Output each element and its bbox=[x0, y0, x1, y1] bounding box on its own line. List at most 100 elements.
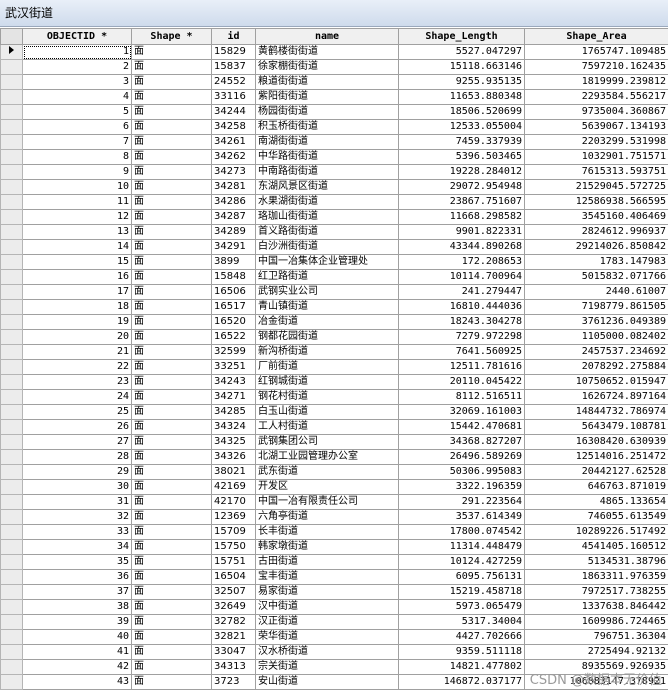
cell-id[interactable]: 3899 bbox=[211, 254, 256, 270]
cell-shape[interactable]: 面 bbox=[131, 89, 212, 105]
table-row[interactable]: 13 面 34289 首义路街街道 9901.822331 2824612.996937 bbox=[0, 224, 668, 240]
cell-objectid[interactable]: 21 bbox=[22, 344, 132, 360]
row-selector[interactable] bbox=[0, 584, 23, 600]
cell-id[interactable]: 42169 bbox=[211, 479, 256, 495]
cell-objectid[interactable]: 13 bbox=[22, 224, 132, 240]
cell-shape-length[interactable]: 3322.196359 bbox=[398, 479, 525, 495]
cell-shape[interactable]: 面 bbox=[131, 629, 212, 645]
cell-shape-length[interactable]: 5317.34004 bbox=[398, 614, 525, 630]
cell-name[interactable]: 青山镇街道 bbox=[255, 299, 399, 315]
cell-name[interactable]: 中南路街街道 bbox=[255, 164, 399, 180]
table-row[interactable]: 12 面 34287 珞珈山街街道 11668.298582 3545160.406469 bbox=[0, 209, 668, 225]
cell-shape-area[interactable]: 3545160.406469 bbox=[524, 209, 668, 225]
cell-name[interactable]: 汉正街道 bbox=[255, 614, 399, 630]
table-row[interactable]: 29 面 38021 武东街道 50306.995083 20442127.62528 bbox=[0, 464, 668, 480]
row-selector[interactable] bbox=[0, 89, 23, 105]
cell-shape[interactable]: 面 bbox=[131, 254, 212, 270]
cell-id[interactable]: 16522 bbox=[211, 329, 256, 345]
cell-shape-area[interactable]: 29214026.850842 bbox=[524, 239, 668, 255]
row-selector[interactable] bbox=[0, 209, 23, 225]
cell-shape-length[interactable]: 5527.047297 bbox=[398, 44, 525, 60]
cell-shape-length[interactable]: 6095.756131 bbox=[398, 569, 525, 585]
cell-shape-length[interactable]: 8112.516511 bbox=[398, 389, 525, 405]
cell-id[interactable]: 32821 bbox=[211, 629, 256, 645]
cell-shape[interactable]: 面 bbox=[131, 74, 212, 90]
row-selector[interactable] bbox=[0, 464, 23, 480]
cell-shape-length[interactable]: 12511.781616 bbox=[398, 359, 525, 375]
cell-objectid[interactable]: 22 bbox=[22, 359, 132, 375]
cell-name[interactable]: 易家街道 bbox=[255, 584, 399, 600]
cell-name[interactable]: 宗关街道 bbox=[255, 659, 399, 675]
table-row[interactable]: 32 面 12369 六角亭街道 3537.614349 746055.613549 bbox=[0, 509, 668, 525]
cell-name[interactable]: 红卫路街道 bbox=[255, 269, 399, 285]
table-row[interactable]: 20 面 16522 钢都花园街道 7279.972298 1105000.082402 bbox=[0, 329, 668, 345]
table-row[interactable]: 19 面 16520 冶金街道 18243.304278 3761236.049389 bbox=[0, 314, 668, 330]
cell-objectid[interactable]: 1 bbox=[22, 44, 132, 60]
cell-id[interactable]: 16504 bbox=[211, 569, 256, 585]
cell-shape[interactable]: 面 bbox=[131, 599, 212, 615]
cell-shape[interactable]: 面 bbox=[131, 239, 212, 255]
row-selector[interactable] bbox=[0, 224, 23, 240]
cell-objectid[interactable]: 18 bbox=[22, 299, 132, 315]
cell-id[interactable]: 38021 bbox=[211, 464, 256, 480]
row-selector[interactable] bbox=[0, 74, 23, 90]
cell-shape-area[interactable]: 7198779.861505 bbox=[524, 299, 668, 315]
row-selector[interactable] bbox=[0, 674, 23, 690]
row-selector[interactable] bbox=[0, 554, 23, 570]
cell-shape-length[interactable]: 15442.470681 bbox=[398, 419, 525, 435]
row-selector[interactable] bbox=[0, 614, 23, 630]
cell-objectid[interactable]: 2 bbox=[22, 59, 132, 75]
cell-shape[interactable]: 面 bbox=[131, 104, 212, 120]
table-row[interactable]: 6 面 34258 积玉桥街街道 12533.055004 5639067.134193 bbox=[0, 119, 668, 135]
cell-shape-area[interactable]: 2457537.234692 bbox=[524, 344, 668, 360]
cell-objectid[interactable]: 10 bbox=[22, 179, 132, 195]
cell-shape-area[interactable]: 1609986.724465 bbox=[524, 614, 668, 630]
cell-shape[interactable]: 面 bbox=[131, 224, 212, 240]
cell-name[interactable]: 工人村街道 bbox=[255, 419, 399, 435]
cell-shape-length[interactable]: 34368.827207 bbox=[398, 434, 525, 450]
cell-shape-area[interactable]: 12586938.566595 bbox=[524, 194, 668, 210]
cell-shape-length[interactable]: 4427.702666 bbox=[398, 629, 525, 645]
cell-id[interactable]: 15751 bbox=[211, 554, 256, 570]
table-row[interactable]: 23 面 34243 红钢城街道 20110.045422 10750652.015947 bbox=[0, 374, 668, 390]
cell-name[interactable]: 钢都花园街道 bbox=[255, 329, 399, 345]
cell-id[interactable]: 15750 bbox=[211, 539, 256, 555]
cell-objectid[interactable]: 30 bbox=[22, 479, 132, 495]
cell-shape[interactable]: 面 bbox=[131, 59, 212, 75]
cell-id[interactable]: 34271 bbox=[211, 389, 256, 405]
row-selector[interactable] bbox=[0, 479, 23, 495]
cell-id[interactable]: 15709 bbox=[211, 524, 256, 540]
table-row[interactable]: 14 面 34291 白沙洲街街道 43344.890268 29214026.85084… bbox=[0, 239, 668, 255]
cell-shape-length[interactable]: 9359.511118 bbox=[398, 644, 525, 660]
cell-shape-length[interactable]: 23867.751607 bbox=[398, 194, 525, 210]
cell-shape-area[interactable]: 5134531.38796 bbox=[524, 554, 668, 570]
cell-shape-length[interactable]: 32069.161003 bbox=[398, 404, 525, 420]
cell-shape[interactable]: 面 bbox=[131, 674, 212, 690]
cell-objectid[interactable]: 32 bbox=[22, 509, 132, 525]
cell-shape-length[interactable]: 9901.822331 bbox=[398, 224, 525, 240]
cell-objectid[interactable]: 34 bbox=[22, 539, 132, 555]
table-row[interactable]: 34 面 15750 韩家墩街道 11314.448479 4541405.160512 bbox=[0, 539, 668, 555]
cell-objectid[interactable]: 35 bbox=[22, 554, 132, 570]
cell-shape[interactable]: 面 bbox=[131, 179, 212, 195]
cell-name[interactable]: 水果湖街街道 bbox=[255, 194, 399, 210]
table-row[interactable]: 40 面 32821 荣华街道 4427.702666 796751.36304 bbox=[0, 629, 668, 645]
cell-shape-area[interactable]: 2824612.996937 bbox=[524, 224, 668, 240]
cell-shape-area[interactable]: 10289226.517492 bbox=[524, 524, 668, 540]
cell-id[interactable]: 33251 bbox=[211, 359, 256, 375]
cell-name[interactable]: 北湖工业园管理办公室 bbox=[255, 449, 399, 465]
cell-id[interactable]: 32782 bbox=[211, 614, 256, 630]
cell-shape-area[interactable]: 2293584.556217 bbox=[524, 89, 668, 105]
table-row[interactable]: 17 面 16506 武钢实业公司 241.279447 2440.61007 bbox=[0, 284, 668, 300]
cell-objectid[interactable]: 4 bbox=[22, 89, 132, 105]
cell-shape[interactable]: 面 bbox=[131, 164, 212, 180]
cell-shape[interactable]: 面 bbox=[131, 299, 212, 315]
cell-name[interactable]: 白沙洲街街道 bbox=[255, 239, 399, 255]
row-selector[interactable] bbox=[0, 329, 23, 345]
cell-name[interactable]: 古田街道 bbox=[255, 554, 399, 570]
cell-shape-length[interactable]: 15219.458718 bbox=[398, 584, 525, 600]
cell-shape[interactable]: 面 bbox=[131, 644, 212, 660]
cell-objectid[interactable]: 17 bbox=[22, 284, 132, 300]
table-row[interactable]: 39 面 32782 汉正街道 5317.34004 1609986.724465 bbox=[0, 614, 668, 630]
cell-id[interactable]: 32599 bbox=[211, 344, 256, 360]
